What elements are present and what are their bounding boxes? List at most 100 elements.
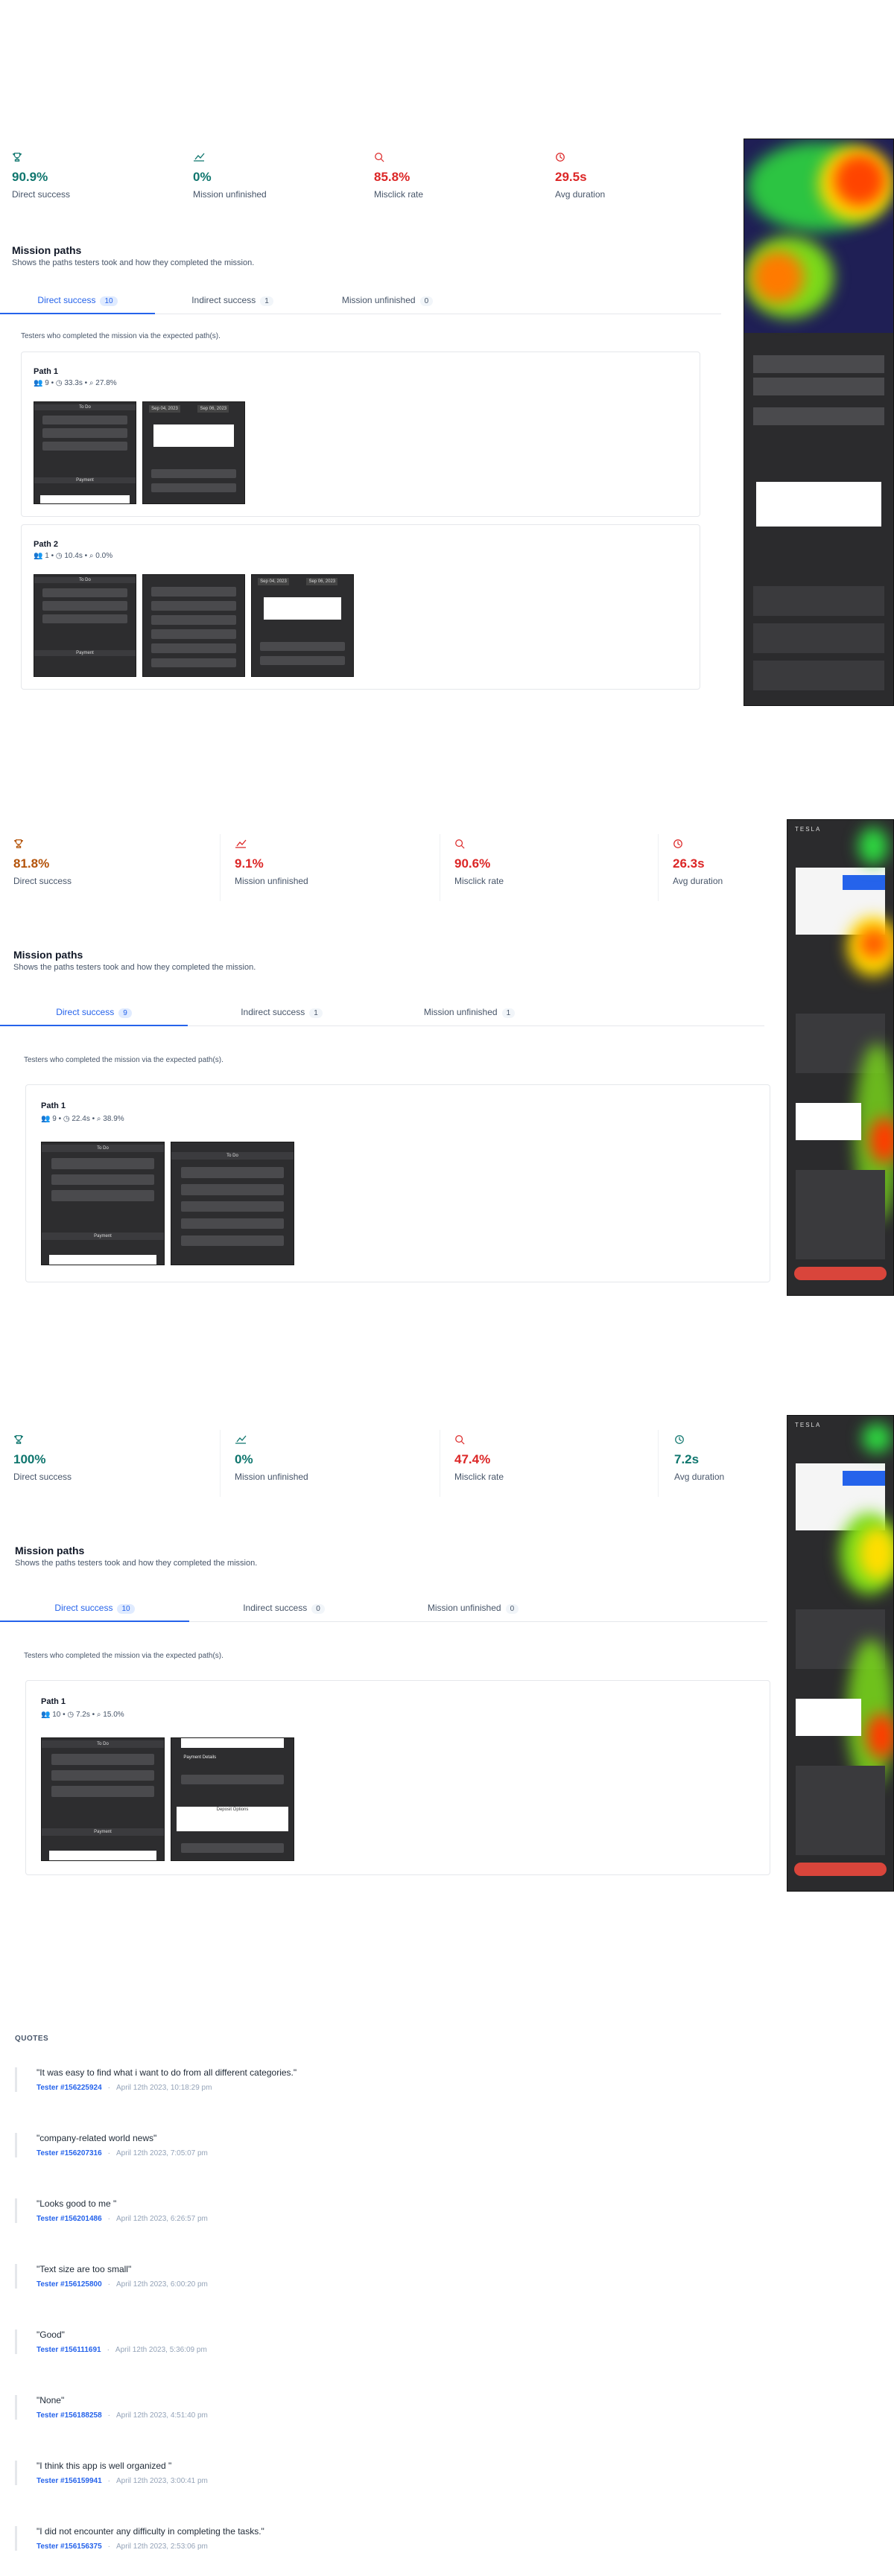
search-icon	[374, 152, 386, 164]
path-meta: 👥 9 • ◷ 33.3s • ⌕ 27.8%	[34, 379, 117, 387]
stat-value: 100%	[13, 1452, 46, 1466]
stat-direct-success: 81.8% Direct success	[13, 839, 162, 886]
path-card[interactable]: Path 1 👥 10 • ◷ 7.2s • ⌕ 15.0% To Do Pay…	[25, 1680, 770, 1875]
flag-icon	[193, 152, 205, 164]
tab-indirect-success[interactable]: Indirect success 1	[155, 289, 310, 314]
tab-indirect-success[interactable]: Indirect success 1	[188, 1001, 375, 1025]
quote-item: "Text size are too small" Tester #1561258…	[15, 2264, 834, 2289]
path-card[interactable]: Path 1 👥 9 • ◷ 22.4s • ⌕ 38.9% To Do Pay…	[25, 1084, 770, 1282]
tab-note: Testers who completed the mission via th…	[21, 332, 221, 340]
path-meta: 👥 9 • ◷ 22.4s • ⌕ 38.9%	[41, 1115, 124, 1123]
stat-misclick-rate: 90.6% Misclick rate	[454, 839, 603, 886]
quote-text: "I did not encounter any difficulty in c…	[37, 2526, 264, 2537]
quotes-heading: QUOTES	[15, 2035, 49, 2043]
users-icon: 👥	[34, 552, 43, 560]
stat-misclick-rate: 47.4% Misclick rate	[454, 1434, 603, 1482]
tab-note: Testers who completed the mission via th…	[24, 1652, 224, 1660]
stat-value: 9.1%	[235, 856, 264, 871]
quote-meta: Tester #156125800 · April 12th 2023, 6:00:…	[37, 2280, 208, 2289]
mission-paths-subtitle: Shows the paths testers took and how the…	[15, 1559, 258, 1568]
path-screenshot[interactable]: To Do Payment	[34, 401, 136, 504]
mission-paths-subtitle: Shows the paths testers took and how the…	[13, 963, 256, 972]
mission-paths-tabs: Direct success 9 Indirect success 1 Missio…	[0, 1001, 764, 1026]
users-icon: 👥	[41, 1115, 51, 1123]
users-icon: 👥	[34, 379, 43, 387]
tab-mission-unfinished[interactable]: Mission unfinished 1	[375, 1001, 563, 1025]
stat-label: Mission unfinished	[235, 876, 308, 886]
stat-label: Mission unfinished	[193, 189, 267, 200]
quote-date: April 12th 2023, 4:51:40 pm	[116, 2411, 208, 2420]
path-screenshot[interactable]: To Do Payment	[41, 1737, 165, 1861]
stat-value: 85.8%	[374, 170, 410, 184]
stat-mission-unfinished: 0% Mission unfinished	[235, 1434, 384, 1482]
path-screenshot[interactable]: Sep 04, 2023 Sep 06, 2023	[142, 401, 245, 504]
quote-item: "None" Tester #156188258 · April 12th 2023,…	[15, 2395, 834, 2420]
clock-icon	[674, 1434, 686, 1446]
quote-text: "None"	[37, 2395, 65, 2405]
path-screenshot[interactable]: To Do Payment	[34, 574, 136, 677]
path-card[interactable]: Path 1 👥 9 • ◷ 33.3s • ⌕ 27.8% To Do Pay…	[21, 352, 700, 517]
path-screenshot[interactable]: Payment Details Deposit Options	[171, 1737, 294, 1861]
quote-text: "I think this app is well organized "	[37, 2461, 172, 2471]
clock-icon: ◷	[55, 379, 63, 387]
mission-paths-tabs: Direct success 10 Indirect success 0 Missi…	[0, 1597, 767, 1622]
tab-indirect-success[interactable]: Indirect success 0	[189, 1597, 378, 1621]
search-icon	[454, 839, 466, 850]
stat-label: Misclick rate	[454, 1472, 504, 1482]
path-screenshot[interactable]: To Do	[171, 1142, 294, 1265]
path-screenshot[interactable]	[142, 574, 245, 677]
stat-direct-success: 100% Direct success	[13, 1434, 162, 1482]
quote-meta: Tester #156201486 · April 12th 2023, 6:26:…	[37, 2215, 208, 2223]
mission-paths-title: Mission paths	[13, 949, 83, 961]
tab-direct-success[interactable]: Direct success 10	[0, 1597, 189, 1622]
path-card[interactable]: Path 2 👥 1 • ◷ 10.4s • ⌕ 0.0% To Do Paym…	[21, 524, 700, 690]
quote-item: "I think this app is well organized " Tes…	[15, 2461, 834, 2485]
quote-text: "Good"	[37, 2329, 65, 2340]
stat-value: 47.4%	[454, 1452, 491, 1466]
tab-mission-unfinished[interactable]: Mission unfinished 0	[310, 289, 465, 314]
quote-meta: Tester #156225924 · April 12th 2023, 10:18…	[37, 2084, 212, 2092]
mission-paths-title: Mission paths	[15, 1545, 85, 1556]
quotes-section: QUOTES "It was easy to find what i want …	[0, 2011, 894, 2576]
clock-icon: ◷	[67, 1711, 74, 1719]
tester-link[interactable]: Tester #156207316	[37, 2149, 102, 2157]
quote-meta: Tester #156188258 · April 12th 2023, 4:51:…	[37, 2411, 208, 2420]
tab-direct-success[interactable]: Direct success 9	[0, 1001, 188, 1026]
path-name: Path 1	[41, 1101, 66, 1110]
tester-link[interactable]: Tester #156188258	[37, 2411, 102, 2420]
quote-meta: Tester #156159941 · April 12th 2023, 3:00:…	[37, 2477, 208, 2485]
tester-link[interactable]: Tester #156201486	[37, 2215, 102, 2223]
stat-label: Avg duration	[555, 189, 606, 200]
path-meta: 👥 10 • ◷ 7.2s • ⌕ 15.0%	[41, 1711, 124, 1719]
quote-item: "Good" Tester #156111691 · April 12th 2023,…	[15, 2329, 834, 2354]
trophy-icon	[13, 839, 25, 850]
clock-icon	[673, 839, 685, 850]
stat-label: Misclick rate	[454, 876, 504, 886]
tab-direct-success[interactable]: Direct success 10	[0, 289, 155, 314]
stat-mission-unfinished: 9.1% Mission unfinished	[235, 839, 384, 886]
heatmap-image: TESLA	[787, 1415, 894, 1892]
path-name: Path 1	[34, 367, 59, 376]
tab-mission-unfinished[interactable]: Mission unfinished 0	[378, 1597, 568, 1621]
tester-link[interactable]: Tester #156156375	[37, 2542, 102, 2551]
quote-date: April 12th 2023, 6:26:57 pm	[116, 2215, 208, 2223]
stat-value: 90.9%	[12, 170, 48, 184]
clock-icon: ◷	[63, 1115, 70, 1123]
tester-link[interactable]: Tester #156111691	[37, 2346, 101, 2354]
clock-icon: ◷	[55, 552, 63, 560]
path-screenshot[interactable]: Sep 04, 2023 Sep 06, 2023	[251, 574, 354, 677]
quote-item: "Looks good to me " Tester #156201486 · Apr…	[15, 2198, 834, 2223]
tester-link[interactable]: Tester #156159941	[37, 2477, 102, 2485]
tester-link[interactable]: Tester #156125800	[37, 2280, 102, 2289]
clock-icon	[555, 152, 567, 164]
path-screenshot[interactable]: To Do Payment	[41, 1142, 165, 1265]
stat-value: 0%	[193, 170, 212, 184]
stat-label: Direct success	[13, 876, 72, 886]
quote-meta: Tester #156111691 · April 12th 2023, 5:36:…	[37, 2346, 207, 2354]
tester-link[interactable]: Tester #156225924	[37, 2084, 102, 2092]
quote-date: April 12th 2023, 5:36:09 pm	[115, 2346, 207, 2354]
stat-label: Direct success	[12, 189, 71, 200]
stat-value: 81.8%	[13, 856, 50, 871]
stat-misclick-rate: 85.8% Misclick rate	[374, 152, 523, 200]
quote-meta: Tester #156207316 · April 12th 2023, 7:05:…	[37, 2149, 208, 2157]
